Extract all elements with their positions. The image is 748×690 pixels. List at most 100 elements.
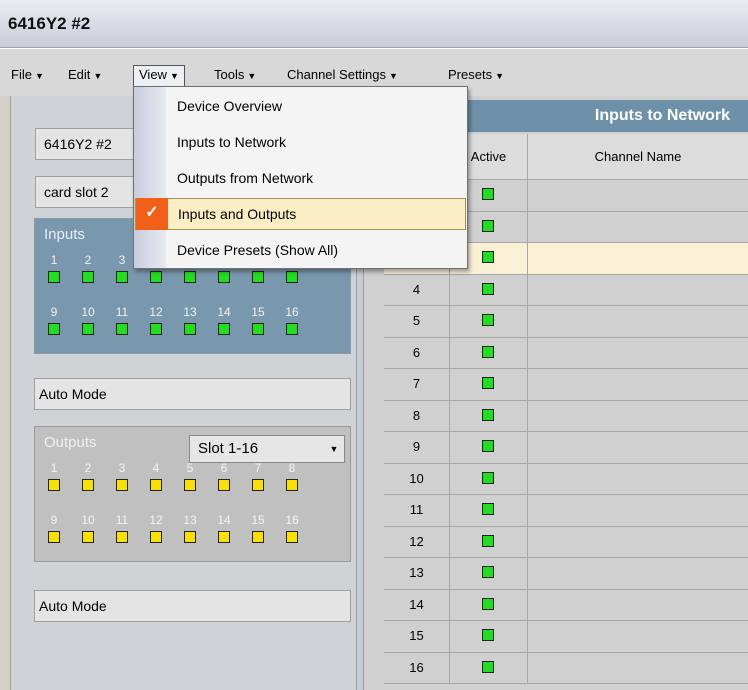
view-menu-item[interactable]: Inputs to Network — [135, 126, 466, 158]
active-led-indicator[interactable] — [482, 629, 494, 641]
inputs-led-indicator[interactable] — [150, 323, 162, 335]
outputs-led-indicator[interactable] — [286, 479, 298, 491]
table-row[interactable]: 6 — [384, 337, 748, 369]
slot-select[interactable]: Slot 1-16 ▼ — [189, 435, 345, 463]
table-row[interactable]: 13 — [384, 558, 748, 590]
inputs-led-indicator[interactable] — [286, 323, 298, 335]
menu-view[interactable]: View ▼ — [133, 65, 185, 87]
inputs-led-indicator[interactable] — [116, 323, 128, 335]
active-led-indicator[interactable] — [482, 219, 494, 232]
inputs-led-indicator[interactable] — [82, 271, 94, 283]
channel-name-cell[interactable] — [528, 243, 748, 274]
outputs-led-indicator[interactable] — [184, 479, 196, 491]
channel-name-cell[interactable] — [528, 180, 748, 211]
table-row[interactable]: 7 — [384, 369, 748, 401]
outputs-led-indicator[interactable] — [218, 531, 230, 543]
channel-number: 8 — [384, 400, 450, 431]
active-led-indicator[interactable] — [482, 597, 494, 610]
menu-channel-settings[interactable]: Channel Settings ▼ — [282, 65, 403, 87]
active-led-indicator[interactable] — [482, 377, 494, 389]
channel-name-cell[interactable] — [528, 621, 748, 652]
chevron-down-icon: ▼ — [34, 71, 44, 81]
active-led-indicator[interactable] — [482, 534, 494, 547]
column-header-channel-name[interactable]: Channel Name — [528, 134, 748, 180]
active-led-indicator[interactable] — [482, 282, 494, 295]
view-menu-item[interactable]: ✓ Inputs and Outputs — [135, 198, 466, 230]
outputs-led-indicator[interactable] — [116, 531, 128, 543]
table-row[interactable]: 14 — [384, 589, 748, 621]
inputs-led-indicator[interactable] — [82, 323, 94, 335]
active-cell — [450, 337, 528, 368]
channel-name-cell[interactable] — [528, 275, 748, 306]
inputs-channel-number: 3 — [118, 253, 126, 267]
inputs-led-indicator[interactable] — [184, 323, 196, 335]
view-menu-item[interactable]: Device Presets (Show All) — [135, 234, 466, 266]
channel-name-cell[interactable] — [528, 558, 748, 589]
inputs-led-indicator[interactable] — [150, 271, 162, 283]
channel-name-cell[interactable] — [528, 653, 748, 684]
outputs-channel-number: 4 — [152, 461, 160, 475]
outputs-led-indicator[interactable] — [48, 531, 60, 543]
channel-name-cell[interactable] — [528, 401, 748, 432]
active-led-indicator[interactable] — [482, 471, 494, 484]
inputs-led-indicator[interactable] — [48, 323, 60, 335]
view-menu-item[interactable]: Outputs from Network — [135, 162, 466, 194]
active-led-indicator[interactable] — [482, 440, 494, 452]
outputs-led-indicator[interactable] — [218, 479, 230, 491]
table-row[interactable]: 10 — [384, 463, 748, 495]
inputs-led-indicator[interactable] — [286, 271, 298, 283]
outputs-led-indicator[interactable] — [150, 479, 162, 491]
menu-file[interactable]: File ▼ — [6, 65, 49, 87]
table-row[interactable]: 9 — [384, 432, 748, 464]
menu-presets[interactable]: Presets ▼ — [443, 65, 509, 87]
outputs-led-indicator[interactable] — [150, 531, 162, 543]
active-led-indicator[interactable] — [482, 314, 494, 326]
inputs-led-indicator[interactable] — [218, 271, 230, 283]
channel-name-cell[interactable] — [528, 527, 748, 558]
inputs-led-indicator[interactable] — [116, 271, 128, 283]
active-led-indicator[interactable] — [482, 251, 494, 263]
outputs-led-indicator[interactable] — [82, 531, 94, 543]
inputs-led-indicator[interactable] — [48, 271, 60, 283]
menu-tools[interactable]: Tools ▼ — [209, 65, 261, 87]
table-row[interactable]: 5 — [384, 306, 748, 338]
active-led-indicator[interactable] — [482, 408, 494, 421]
active-led-indicator[interactable] — [482, 345, 494, 358]
active-led-indicator[interactable] — [482, 566, 494, 578]
channel-name-cell[interactable] — [528, 369, 748, 400]
outputs-led-indicator[interactable] — [116, 479, 128, 491]
active-cell — [450, 369, 528, 400]
channel-name-cell[interactable] — [528, 590, 748, 621]
outputs-channel-number: 3 — [118, 461, 126, 475]
channel-name-cell[interactable] — [528, 212, 748, 243]
active-led-indicator[interactable] — [482, 188, 494, 200]
channel-name-cell[interactable] — [528, 338, 748, 369]
channel-name-cell[interactable] — [528, 464, 748, 495]
table-row[interactable]: 8 — [384, 400, 748, 432]
table-row[interactable]: 15 — [384, 621, 748, 653]
menu-edit[interactable]: Edit ▼ — [63, 65, 107, 87]
outputs-led-indicator[interactable] — [252, 479, 264, 491]
active-led-indicator[interactable] — [482, 503, 494, 515]
outputs-led-indicator[interactable] — [82, 479, 94, 491]
table-row[interactable]: 16 — [384, 652, 748, 684]
inputs-led-indicator[interactable] — [218, 323, 230, 335]
inputs-led-indicator[interactable] — [184, 271, 196, 283]
view-menu-item[interactable]: Device Overview — [135, 90, 466, 122]
channel-number: 5 — [384, 306, 450, 337]
table-row[interactable]: 4 — [384, 274, 748, 306]
table-row[interactable]: 11 — [384, 495, 748, 527]
channel-name-cell[interactable] — [528, 495, 748, 526]
inputs-led-indicator[interactable] — [252, 323, 264, 335]
outputs-led-indicator[interactable] — [252, 531, 264, 543]
inputs-channel-number: 2 — [84, 253, 92, 267]
outputs-led-indicator[interactable] — [48, 479, 60, 491]
inputs-led-indicator[interactable] — [252, 271, 264, 283]
active-led-indicator[interactable] — [482, 660, 494, 673]
table-row[interactable]: 12 — [384, 526, 748, 558]
channel-name-cell[interactable] — [528, 432, 748, 463]
channel-name-cell[interactable] — [528, 306, 748, 337]
view-menu-item-label: Outputs from Network — [177, 170, 314, 186]
outputs-led-indicator[interactable] — [184, 531, 196, 543]
outputs-led-indicator[interactable] — [286, 531, 298, 543]
